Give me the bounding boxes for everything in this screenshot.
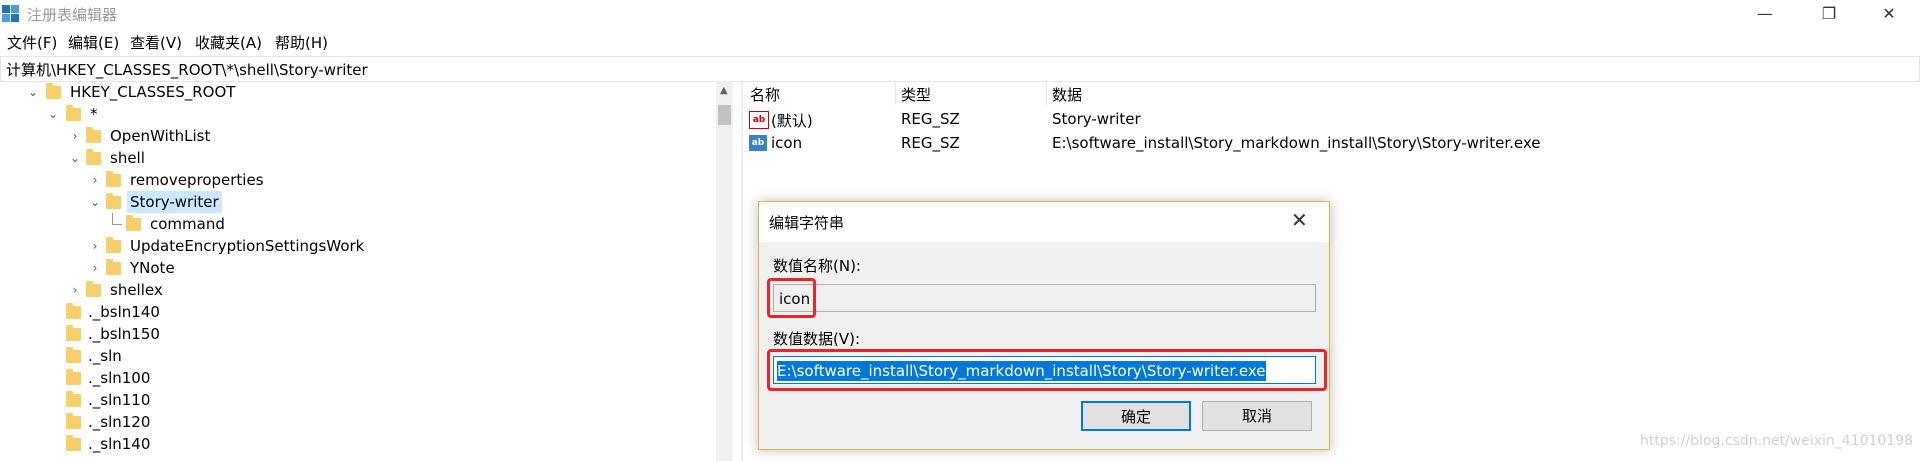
folder-icon (66, 347, 81, 363)
close-button[interactable]: ✕ (1866, 0, 1912, 30)
column-header-name[interactable]: 名称 (750, 84, 780, 105)
value-data-label: 数值数据(V): (773, 330, 861, 348)
values-list-header: 名称 类型 数据 (744, 81, 1920, 105)
menu-view[interactable]: 查看(V) (130, 32, 182, 53)
tree-item-label: OpenWithList (110, 127, 211, 145)
tree-item-label: ._sln (88, 347, 122, 365)
folder-icon (86, 281, 101, 297)
tree-item-label: HKEY_CLASSES_ROOT (70, 83, 236, 101)
tree-item-label: ._sln140 (88, 435, 151, 453)
value-data: Story-writer (1052, 110, 1141, 128)
tree-scrollbar[interactable]: ▲ (716, 81, 733, 461)
tree-item-label: ._sln110 (88, 391, 151, 409)
list-item[interactable]: ab (默认) REG_SZ Story-writer (744, 107, 1920, 131)
folder-icon (66, 369, 81, 385)
registry-tree: ⌄ HKEY_CLASSES_ROOT ⌄ * › OpenWithList ⌄… (0, 81, 722, 461)
folder-icon (86, 127, 101, 143)
scrollbar-thumb[interactable] (718, 105, 731, 125)
chevron-down-icon[interactable]: ⌄ (90, 191, 100, 213)
menu-file[interactable]: 文件(F) (7, 32, 57, 53)
string-value-icon: ab (749, 135, 767, 151)
value-name: icon (771, 134, 803, 152)
folder-icon (106, 259, 121, 275)
registry-editor-icon (2, 5, 20, 23)
tree-connector (112, 224, 122, 225)
folder-icon (46, 83, 61, 99)
chevron-right-icon[interactable]: › (70, 125, 80, 147)
folder-icon (66, 325, 81, 341)
folder-icon (106, 193, 121, 209)
chevron-down-icon[interactable]: ⌄ (28, 81, 38, 103)
address-path: 计算机\HKEY_CLASSES_ROOT\*\shell\Story-writ… (6, 61, 368, 79)
highlight-box (767, 349, 1327, 391)
title-bar: 注册表编辑器 — ❐ ✕ (0, 0, 1920, 30)
folder-icon (106, 171, 121, 187)
folder-icon (106, 237, 121, 253)
tree-item-label: shell (110, 149, 145, 167)
chevron-down-icon[interactable]: ⌄ (48, 103, 58, 125)
dialog-title: 编辑字符串 (769, 214, 845, 232)
cancel-button[interactable]: 取消 (1202, 401, 1312, 431)
value-data: E:\software_install\Story_markdown_insta… (1052, 134, 1541, 152)
tree-item-label: shellex (110, 281, 163, 299)
folder-icon (66, 391, 81, 407)
scroll-up-arrow-icon[interactable]: ▲ (720, 85, 728, 96)
folder-icon (126, 215, 141, 231)
window-title: 注册表编辑器 (27, 6, 118, 24)
tree-item-label: ._bsln140 (88, 303, 160, 321)
maximize-button[interactable]: ❐ (1806, 0, 1852, 30)
address-bar[interactable]: 计算机\HKEY_CLASSES_ROOT\*\shell\Story-writ… (0, 56, 1920, 82)
chevron-right-icon[interactable]: › (90, 169, 100, 191)
tree-item-label: ._sln100 (88, 369, 151, 387)
tree-item-label: ._bsln150 (88, 325, 160, 343)
chevron-down-icon[interactable]: ⌄ (70, 147, 80, 169)
minimize-button[interactable]: — (1742, 0, 1788, 30)
tree-item-label: Story-writer (127, 191, 222, 213)
column-divider[interactable] (895, 81, 896, 105)
highlight-box (767, 278, 816, 318)
tree-item-label: removeproperties (130, 171, 264, 189)
menu-favorites[interactable]: 收藏夹(A) (195, 32, 262, 53)
tree-item-label: * (90, 105, 98, 123)
chevron-right-icon[interactable]: › (90, 235, 100, 257)
folder-icon (66, 303, 81, 319)
list-item[interactable]: ab icon REG_SZ E:\software_install\Story… (744, 131, 1920, 155)
menu-help[interactable]: 帮助(H) (275, 32, 328, 53)
tree-connector (112, 213, 113, 224)
close-icon[interactable]: ✕ (1291, 208, 1308, 232)
edit-string-dialog: 编辑字符串 ✕ 数值名称(N): icon 数值数据(V): E:\softwa… (758, 201, 1330, 450)
tree-item-label: command (150, 215, 225, 233)
column-header-data[interactable]: 数据 (1052, 84, 1082, 105)
folder-icon (66, 105, 81, 121)
dialog-title-bar: 编辑字符串 ✕ (759, 202, 1329, 242)
pane-splitter[interactable] (741, 81, 743, 461)
value-type: REG_SZ (901, 134, 960, 152)
string-value-icon: ab (749, 111, 769, 129)
tree-item-label: YNote (130, 259, 175, 277)
folder-icon (66, 413, 81, 429)
chevron-right-icon[interactable]: › (70, 279, 80, 301)
menu-bar: 文件(F) 编辑(E) 查看(V) 收藏夹(A) 帮助(H) (0, 30, 1920, 54)
value-name: (默认) (771, 112, 813, 130)
tree-item-label: ._sln120 (88, 413, 151, 431)
menu-edit[interactable]: 编辑(E) (68, 32, 119, 53)
value-name-label: 数值名称(N): (773, 257, 861, 275)
folder-icon (86, 149, 101, 165)
chevron-right-icon[interactable]: › (90, 257, 100, 279)
watermark: https://blog.csdn.net/weixin_41010198 (1640, 433, 1914, 449)
column-header-type[interactable]: 类型 (901, 84, 931, 105)
ok-button[interactable]: 确定 (1081, 401, 1191, 431)
tree-item-label: UpdateEncryptionSettingsWork (130, 237, 365, 255)
value-type: REG_SZ (901, 110, 960, 128)
column-divider[interactable] (1046, 81, 1047, 105)
value-name-field: icon (773, 284, 1316, 312)
folder-icon (66, 435, 81, 451)
